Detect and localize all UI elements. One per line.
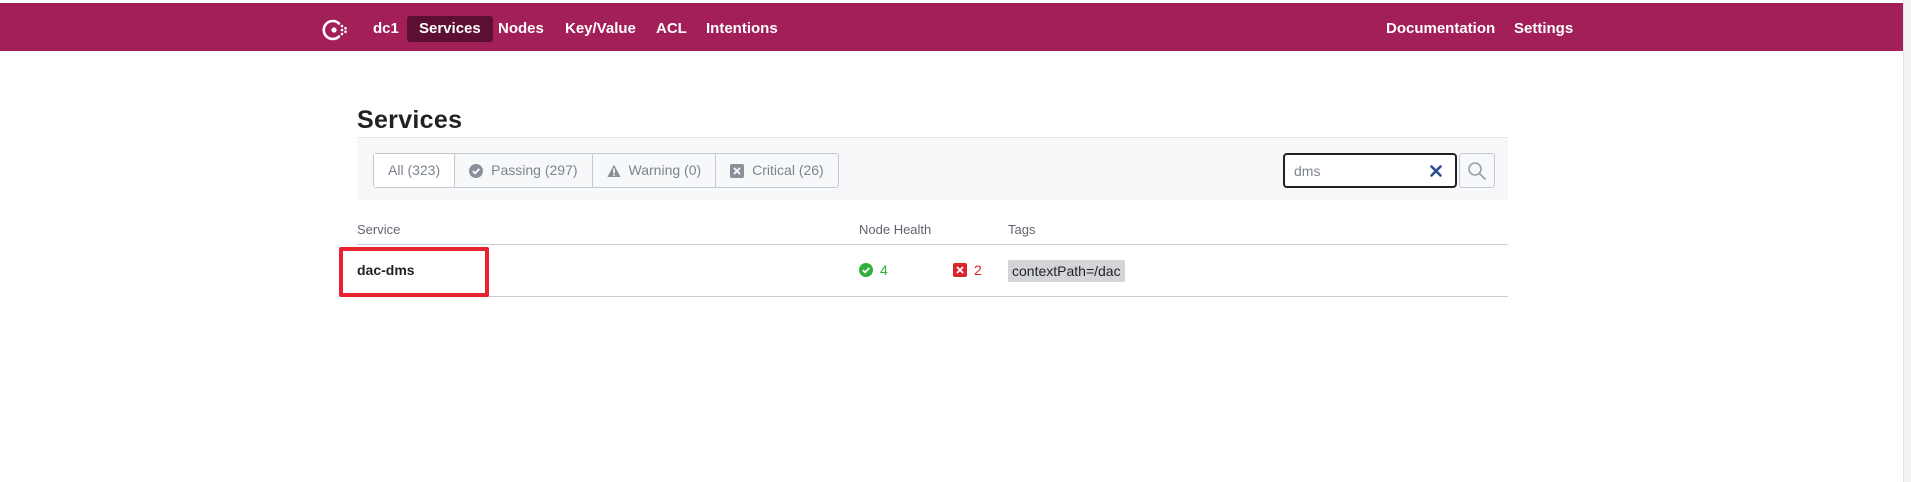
search-icon [1468, 161, 1486, 180]
page-title: Services [357, 106, 463, 134]
critical-count: 2 [974, 262, 982, 278]
filter-all-button[interactable]: All (323) [374, 154, 456, 187]
filter-critical-button[interactable]: Critical (26) [716, 154, 838, 187]
service-tag: contextPath=/dac [1008, 260, 1125, 282]
check-circle-icon [469, 163, 484, 178]
passing-count: 4 [880, 262, 888, 278]
passing-check-icon [859, 263, 873, 277]
critical-x-icon [953, 263, 967, 277]
health-filter-group: All (323) Passing (297) Warning (0) Crit… [373, 153, 839, 188]
top-nav-bar: dc1 Services Nodes Key/Value ACL Intenti… [0, 3, 1903, 51]
nav-intentions[interactable]: Intentions [694, 16, 790, 42]
nav-key-value[interactable]: Key/Value [553, 16, 648, 42]
datacenter-selector[interactable]: dc1 [361, 16, 411, 42]
filter-warning-label: Warning (0) [628, 162, 702, 178]
filter-passing-label: Passing (297) [491, 162, 578, 178]
nav-documentation[interactable]: Documentation [1374, 16, 1507, 42]
column-header-service[interactable]: Service [357, 222, 400, 237]
filter-all-label: All (323) [388, 162, 441, 178]
highlight-annotation-box [339, 247, 489, 297]
passing-health-count: 4 [859, 262, 888, 278]
clear-search-icon[interactable] [1429, 164, 1443, 178]
nav-acl[interactable]: ACL [644, 16, 699, 42]
table-row-divider [357, 296, 1508, 297]
table-header-divider [357, 244, 1508, 245]
nav-services[interactable]: Services [407, 16, 493, 42]
column-header-node-health: Node Health [859, 222, 932, 237]
search-button[interactable] [1459, 153, 1495, 188]
consul-logo-icon[interactable] [320, 15, 350, 45]
critical-x-icon [730, 163, 745, 178]
filter-bar: All (323) Passing (297) Warning (0) Crit… [357, 137, 1508, 200]
filter-critical-label: Critical (26) [752, 162, 824, 178]
nav-settings[interactable]: Settings [1502, 16, 1585, 42]
critical-health-count: 2 [953, 262, 982, 278]
filter-warning-button[interactable]: Warning (0) [593, 154, 717, 187]
window-edge [1903, 0, 1911, 482]
column-header-tags: Tags [1008, 222, 1036, 237]
warning-triangle-icon [606, 164, 621, 177]
nav-nodes[interactable]: Nodes [486, 16, 556, 42]
filter-passing-button[interactable]: Passing (297) [455, 154, 593, 187]
